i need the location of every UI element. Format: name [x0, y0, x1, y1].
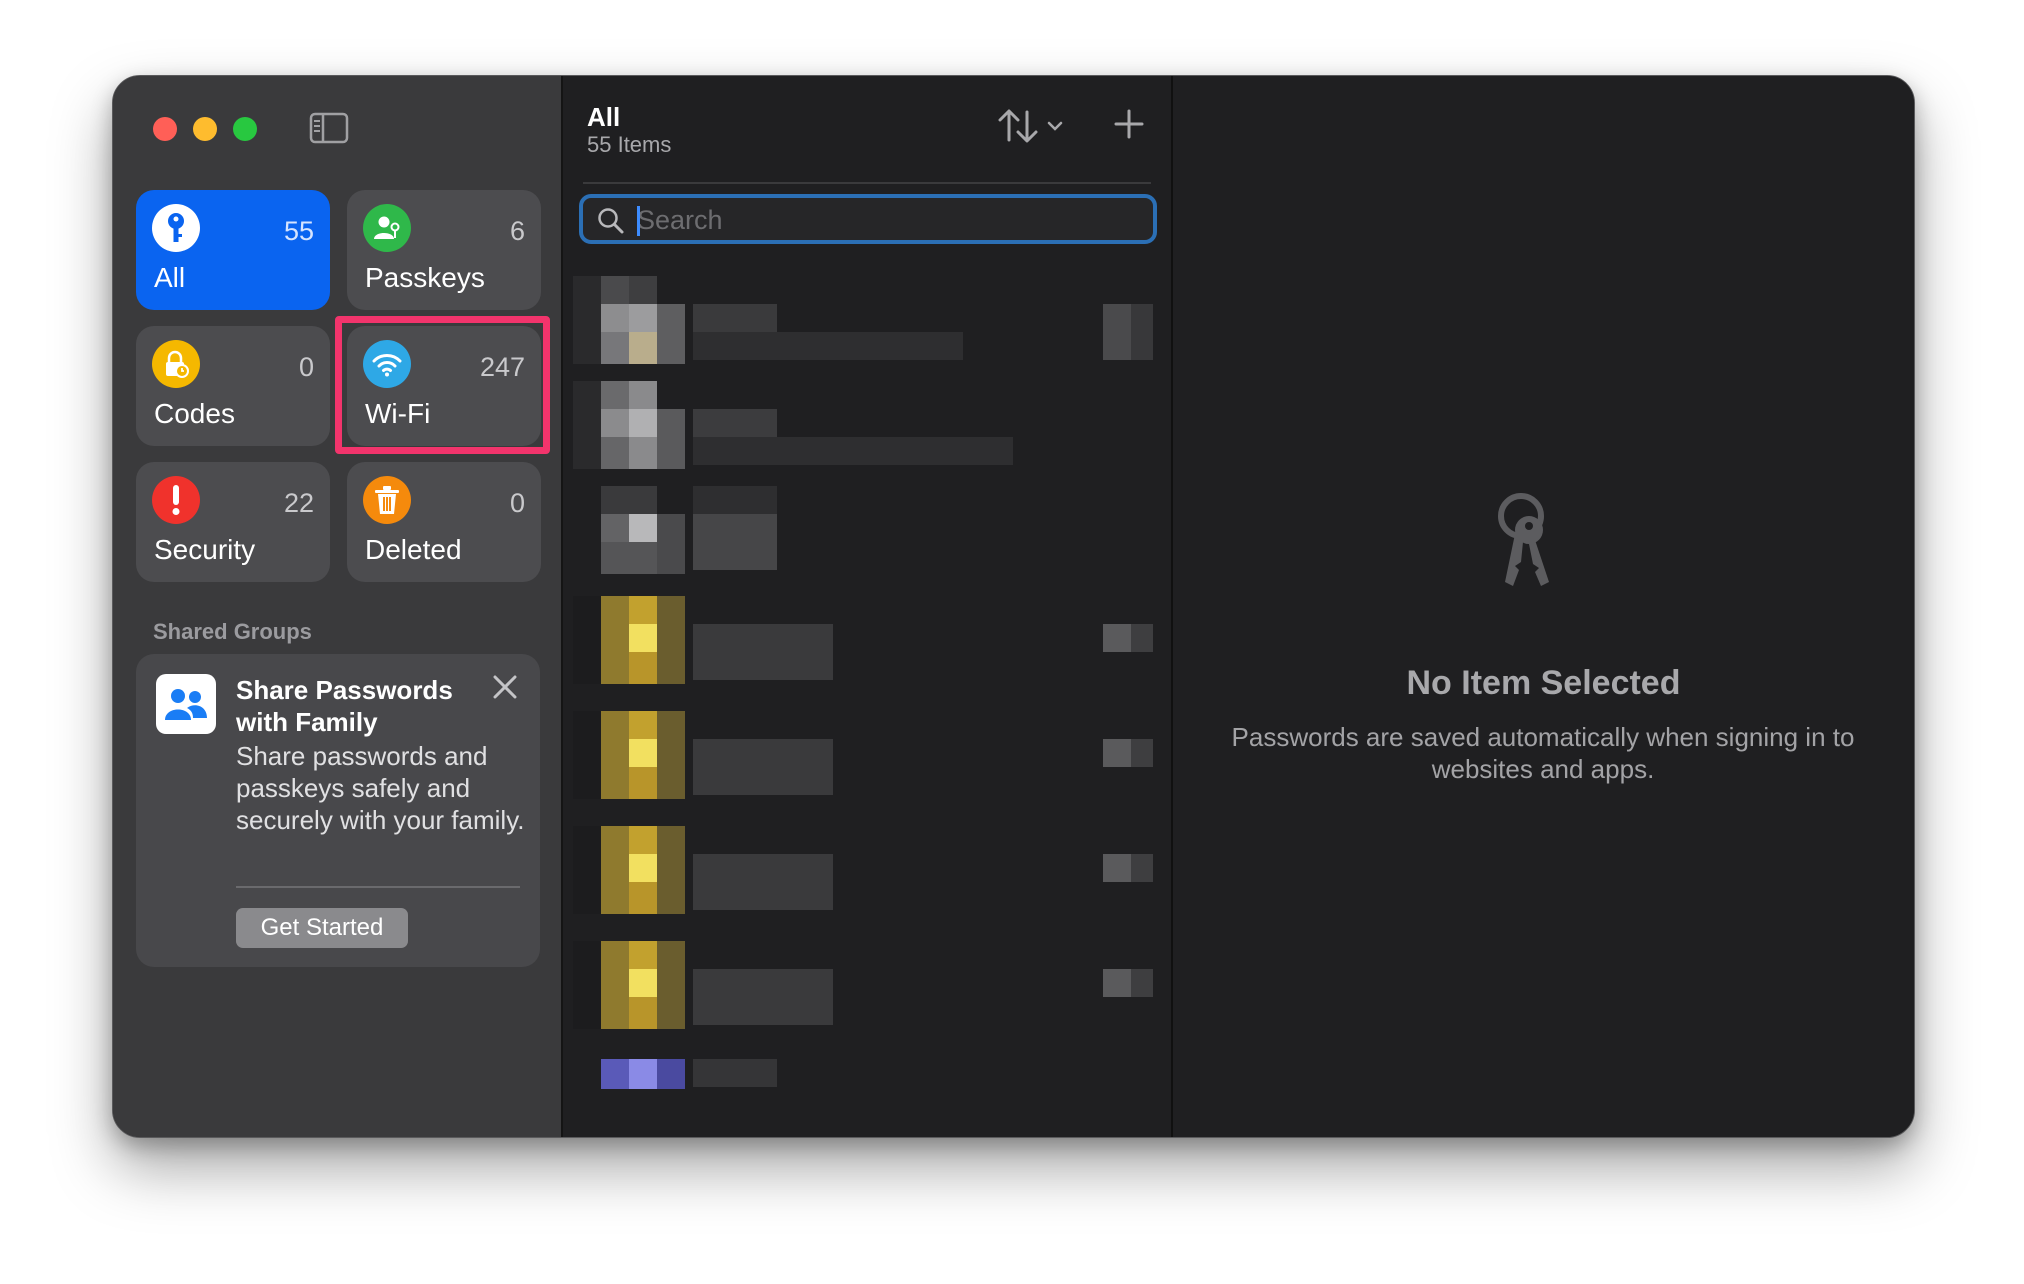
no-item-selected-description: Passwords are saved automatically when s… [1231, 722, 1855, 784]
exclamation-icon [152, 476, 200, 524]
category-count: 0 [298, 352, 314, 382]
share-card-divider [236, 886, 520, 888]
category-label: Security [154, 534, 256, 565]
items-list-pane: All 55 Items [563, 76, 1173, 1137]
list-item[interactable] [573, 826, 1153, 914]
sidebar: 55 All 6 Passkeys 0 Codes 247 Wi-Fi 22 S… [113, 76, 563, 1137]
chevron-down-icon [1047, 121, 1063, 131]
close-icon[interactable] [492, 674, 518, 705]
zoom-window-button[interactable] [233, 117, 257, 141]
wifi-highlight-box [335, 316, 550, 454]
category-label: All [154, 262, 186, 293]
category-deleted[interactable]: 0 Deleted [347, 462, 541, 582]
category-codes[interactable]: 0 Codes [136, 326, 330, 446]
search-icon [597, 207, 625, 240]
search-input[interactable] [635, 202, 1139, 238]
category-count: 55 [283, 216, 314, 246]
category-count: 22 [283, 488, 314, 518]
person-key-icon [363, 204, 411, 252]
list-item[interactable] [573, 276, 1153, 364]
category-all[interactable]: 55 All [136, 190, 330, 310]
keys-icon [1485, 486, 1565, 601]
list-header-divider [583, 182, 1151, 184]
plus-icon[interactable] [1113, 108, 1145, 145]
search-field[interactable] [579, 194, 1157, 244]
text-caret [637, 206, 640, 236]
list-item[interactable] [573, 596, 1153, 684]
category-label: Deleted [365, 534, 462, 565]
list-item-count: 55 Items [587, 132, 672, 157]
category-passkeys[interactable]: 6 Passkeys [347, 190, 541, 310]
sort-arrows-icon [998, 109, 1038, 143]
list-title: All [587, 102, 621, 132]
share-card-title: Share Passwords with Family [236, 675, 453, 737]
category-security[interactable]: 22 Security [136, 462, 330, 582]
lock-clock-icon [152, 340, 200, 388]
list-item[interactable] [573, 381, 1153, 469]
sort-button[interactable] [997, 106, 1077, 151]
minimize-window-button[interactable] [193, 117, 217, 141]
category-count: 6 [509, 216, 525, 246]
category-count: 0 [509, 488, 525, 518]
share-passwords-card: Share Passwords with Family Share passwo… [136, 654, 540, 967]
close-window-button[interactable] [153, 117, 177, 141]
list-item[interactable] [573, 941, 1153, 1029]
category-label: Passkeys [365, 262, 485, 293]
category-label: Codes [154, 398, 235, 429]
family-icon [156, 674, 216, 734]
no-item-selected-title: No Item Selected [1406, 664, 1681, 702]
shared-groups-heading: Shared Groups [153, 619, 312, 644]
passwords-window: 55 All 6 Passkeys 0 Codes 247 Wi-Fi 22 S… [112, 75, 1915, 1138]
detail-pane: No Item Selected Passwords are saved aut… [1173, 76, 1914, 1137]
key-icon [152, 204, 200, 252]
list-item[interactable] [573, 486, 1153, 574]
trash-icon [363, 476, 411, 524]
list-item[interactable] [573, 1051, 1153, 1137]
share-card-description: Share passwords and passkeys safely and … [236, 741, 525, 835]
sidebar-toggle-icon[interactable] [309, 112, 349, 149]
get-started-button[interactable]: Get Started [236, 908, 408, 948]
list-item[interactable] [573, 711, 1153, 799]
